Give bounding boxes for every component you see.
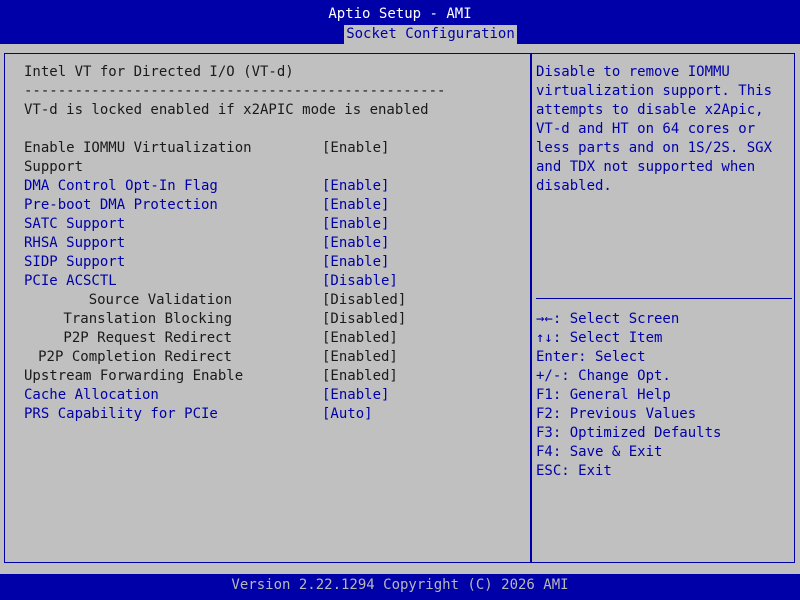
setting-value-rhsa-support[interactable]: [Enable] bbox=[322, 234, 389, 253]
help-text-line: attempts to disable x2Apic, bbox=[536, 102, 764, 118]
setting-value-dma-control-opt-in[interactable]: [Enable] bbox=[322, 177, 389, 196]
setting-label-preboot-dma-protection[interactable]: Pre-boot DMA Protection bbox=[24, 196, 218, 215]
setting-value-preboot-dma-protection[interactable]: [Enable] bbox=[322, 196, 389, 215]
key-hint-save-exit: F4: Save & Exit bbox=[536, 444, 663, 460]
setting-value-source-validation: [Disabled] bbox=[322, 292, 407, 308]
title-bar: Aptio Setup - AMI Socket Configuration bbox=[0, 0, 800, 44]
setting-label-pcie-acsctl[interactable]: PCIe ACSCTL bbox=[24, 272, 117, 291]
key-hint-select-screen: →←: Select Screen bbox=[536, 311, 680, 327]
help-text-line: virtualization support. This bbox=[536, 83, 773, 99]
setting-value-satc-support[interactable]: [Enable] bbox=[322, 215, 389, 234]
panel-divider bbox=[530, 53, 532, 563]
setting-label-sidp-support[interactable]: SIDP Support bbox=[24, 253, 125, 272]
setting-value-iommu-virtualization[interactable]: [Enable] bbox=[322, 139, 389, 158]
help-text-line: and TDX not supported when bbox=[536, 159, 756, 175]
version-footer: Version 2.22.1294 Copyright (C) 2026 AMI bbox=[0, 574, 800, 600]
key-hint-change-opt: +/-: Change Opt. bbox=[536, 368, 671, 384]
setting-label-source-validation: Source Validation bbox=[88, 292, 232, 308]
setting-value-prs-capability[interactable]: [Auto] bbox=[322, 405, 373, 424]
tab-socket-configuration[interactable]: Socket Configuration bbox=[344, 25, 517, 44]
setting-value-p2p-completion-redirect: [Enabled] bbox=[322, 349, 398, 365]
key-hint-enter: Enter: Select bbox=[536, 349, 646, 365]
setting-label-satc-support[interactable]: SATC Support bbox=[24, 215, 125, 234]
setting-value-cache-allocation[interactable]: [Enable] bbox=[322, 386, 389, 405]
section-separator: ----------------------------------------… bbox=[24, 83, 446, 99]
help-text-line: VT-d and HT on 64 cores or bbox=[536, 121, 756, 137]
setting-value-translation-blocking: [Disabled] bbox=[322, 311, 407, 327]
help-text-line: less parts and on 1S/2S. SGX bbox=[536, 140, 773, 156]
setting-value-pcie-acsctl[interactable]: [Disable] bbox=[322, 272, 398, 291]
key-hint-exit: ESC: Exit bbox=[536, 463, 612, 479]
setting-label-iommu-virtualization-cont[interactable]: Support bbox=[24, 158, 83, 177]
setting-label-prs-capability[interactable]: PRS Capability for PCIe bbox=[24, 405, 218, 424]
key-hint-optimized-defaults: F3: Optimized Defaults bbox=[536, 425, 722, 441]
setting-label-dma-control-opt-in[interactable]: DMA Control Opt-In Flag bbox=[24, 177, 218, 196]
setting-label-translation-blocking: Translation Blocking bbox=[63, 311, 232, 327]
help-text-line: disabled. bbox=[536, 178, 612, 194]
key-hint-select-item: ↑↓: Select Item bbox=[536, 330, 663, 346]
help-text-line: Disable to remove IOMMU bbox=[536, 64, 730, 80]
setting-label-p2p-completion-redirect: P2P Completion Redirect bbox=[38, 349, 232, 365]
setting-label-rhsa-support[interactable]: RHSA Support bbox=[24, 234, 125, 253]
setting-label-iommu-virtualization[interactable]: Enable IOMMU Virtualization bbox=[24, 139, 252, 158]
setting-value-sidp-support[interactable]: [Enable] bbox=[322, 253, 389, 272]
key-hint-previous-values: F2: Previous Values bbox=[536, 406, 697, 422]
setting-label-upstream-forwarding: Upstream Forwarding Enable bbox=[24, 368, 244, 384]
setting-value-p2p-request-redirect: [Enabled] bbox=[322, 330, 398, 346]
key-hint-general-help: F1: General Help bbox=[536, 387, 671, 403]
setting-value-upstream-forwarding: [Enabled] bbox=[322, 368, 398, 384]
setting-label-cache-allocation[interactable]: Cache Allocation bbox=[24, 386, 159, 405]
vtd-locked-note: VT-d is locked enabled if x2APIC mode is… bbox=[24, 102, 429, 118]
setting-label-p2p-request-redirect: P2P Request Redirect bbox=[63, 330, 232, 346]
app-title: Aptio Setup - AMI bbox=[328, 6, 472, 22]
section-title: Intel VT for Directed I/O (VT-d) bbox=[24, 64, 294, 80]
help-divider bbox=[536, 298, 792, 299]
